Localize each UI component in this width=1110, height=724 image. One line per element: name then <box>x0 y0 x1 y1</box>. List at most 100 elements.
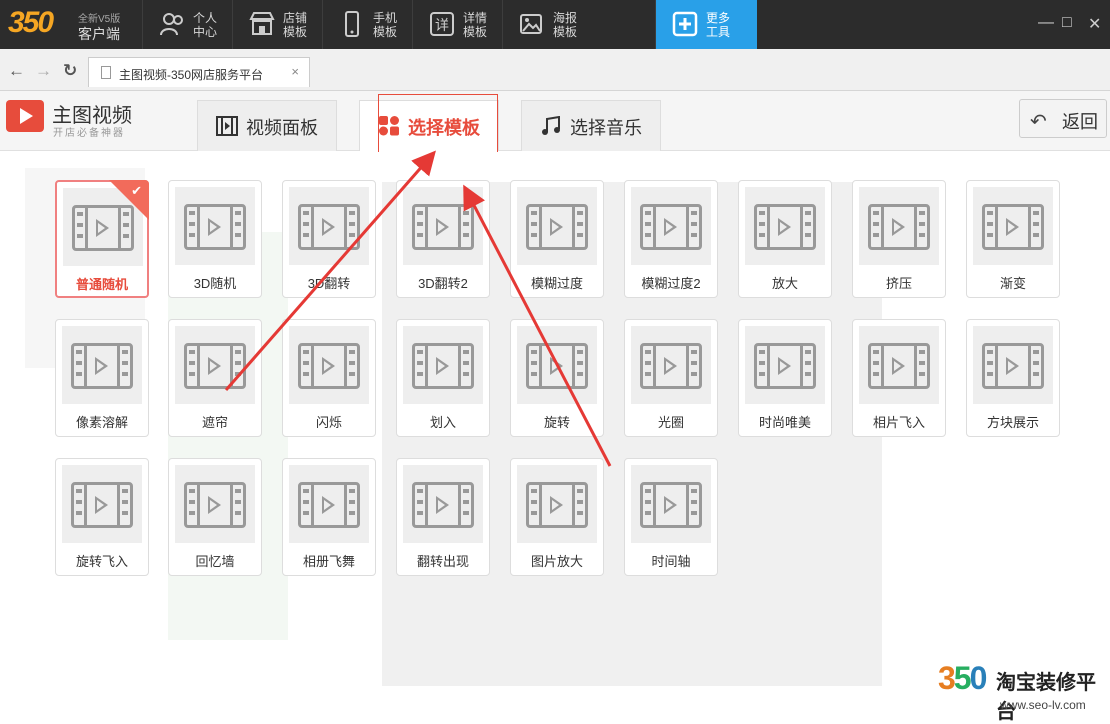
film-icon <box>216 116 238 136</box>
video-film-icon <box>184 343 246 389</box>
template-thumbnail <box>175 187 255 265</box>
browser-tab-title: 主图视频-350网店服务平台 <box>119 68 264 82</box>
video-film-icon <box>982 343 1044 389</box>
video-film-icon <box>526 204 588 250</box>
template-card[interactable]: 光圈 <box>624 319 718 437</box>
watermark: 350 淘宝装修平台 www.seo-lv.com <box>938 660 1108 723</box>
app-header: 主图视频 开店必备神器 视频面板 选择模板 选择音乐 ↶ 返回 <box>0 91 1110 151</box>
video-film-icon <box>412 204 474 250</box>
nav-item-0[interactable]: 个人中心 <box>143 0 233 49</box>
checkmark-icon: ✔ <box>131 183 142 198</box>
template-card[interactable]: 翻转出现 <box>396 458 490 576</box>
template-thumbnail <box>289 326 369 404</box>
template-thumbnail <box>745 326 825 404</box>
video-film-icon <box>640 482 702 528</box>
video-film-icon <box>754 204 816 250</box>
video-film-icon <box>298 343 360 389</box>
template-thumbnail <box>745 187 825 265</box>
template-card[interactable]: 方块展示 <box>966 319 1060 437</box>
template-card[interactable]: 遮帘 <box>168 319 262 437</box>
template-thumbnail <box>859 187 939 265</box>
template-thumbnail <box>631 326 711 404</box>
nav-label: 个人中心 <box>193 11 218 39</box>
template-card[interactable]: 相册飞舞 <box>282 458 376 576</box>
detail-icon: 详 <box>430 12 454 36</box>
forward-arrow-icon[interactable]: → <box>35 61 52 81</box>
template-card[interactable]: 时尚唯美 <box>738 319 832 437</box>
version-label: 全新V5版 <box>78 14 121 25</box>
video-film-icon <box>526 482 588 528</box>
template-label: 模糊过度2 <box>641 276 701 291</box>
nav-item-2[interactable]: 手机模板 <box>323 0 413 49</box>
tab-label: 选择音乐 <box>570 118 642 138</box>
template-card[interactable]: 划入 <box>396 319 490 437</box>
template-label: 回忆墙 <box>195 554 235 569</box>
template-label: 时尚唯美 <box>758 415 811 430</box>
template-thumbnail <box>631 187 711 265</box>
template-card[interactable]: 时间轴 <box>624 458 718 576</box>
video-film-icon <box>184 204 246 250</box>
template-label: 闪烁 <box>315 415 342 430</box>
template-label: 相册飞舞 <box>302 554 355 569</box>
template-label: 挤压 <box>885 276 912 291</box>
template-card[interactable]: 回忆墙 <box>168 458 262 576</box>
back-button[interactable]: ↶ 返回 <box>1019 99 1107 138</box>
template-thumbnail <box>631 465 711 543</box>
refresh-icon[interactable]: ↻ <box>63 61 77 81</box>
tab-select-music[interactable]: 选择音乐 <box>521 100 661 151</box>
video-play-icon <box>6 100 44 132</box>
nav-item-5[interactable]: 更多工具 <box>656 0 757 49</box>
nav-item-4[interactable]: 海报模板 <box>503 0 656 49</box>
video-film-icon <box>71 482 133 528</box>
template-card[interactable]: 普通随机 ✔ <box>55 180 149 298</box>
video-film-icon <box>412 343 474 389</box>
template-label: 方块展示 <box>986 415 1039 430</box>
template-thumbnail <box>289 465 369 543</box>
users-icon <box>160 13 183 36</box>
template-card[interactable]: 挤压 <box>852 180 946 298</box>
plus-icon <box>672 11 698 37</box>
browser-tab[interactable]: 主图视频-350网店服务平台 × <box>88 57 310 87</box>
maximize-button[interactable]: □ <box>1062 14 1072 32</box>
tab-label: 视频面板 <box>246 118 318 138</box>
template-card[interactable]: 旋转飞入 <box>55 458 149 576</box>
template-card[interactable]: 放大 <box>738 180 832 298</box>
template-card[interactable]: 相片飞入 <box>852 319 946 437</box>
svg-text:详: 详 <box>435 18 449 34</box>
template-card[interactable]: 3D翻转2 <box>396 180 490 298</box>
template-card[interactable]: 3D翻转 <box>282 180 376 298</box>
template-card[interactable]: 模糊过度2 <box>624 180 718 298</box>
template-label: 划入 <box>429 415 456 430</box>
video-film-icon <box>298 204 360 250</box>
nav-item-1[interactable]: 店铺模板 <box>233 0 323 49</box>
back-label: 返回 <box>1062 112 1098 132</box>
template-card[interactable]: 像素溶解 <box>55 319 149 437</box>
video-film-icon <box>298 482 360 528</box>
template-label: 模糊过度 <box>530 276 583 291</box>
template-card[interactable]: 旋转 <box>510 319 604 437</box>
video-film-icon <box>640 343 702 389</box>
image-icon <box>520 14 542 34</box>
template-label: 放大 <box>771 276 798 291</box>
tab-video-panel[interactable]: 视频面板 <box>197 100 337 151</box>
template-card[interactable]: 闪烁 <box>282 319 376 437</box>
app-subtitle: 开店必备神器 <box>53 128 125 139</box>
return-arrow-icon: ↶ <box>1030 111 1047 133</box>
template-label: 翻转出现 <box>416 554 469 569</box>
template-thumbnail <box>62 465 142 543</box>
template-card[interactable]: 图片放大 <box>510 458 604 576</box>
template-thumbnail <box>517 187 597 265</box>
tab-close-icon[interactable]: × <box>291 64 299 79</box>
close-button[interactable]: ✕ <box>1088 14 1101 34</box>
template-card[interactable]: 3D随机 <box>168 180 262 298</box>
selected-corner <box>109 180 149 220</box>
nav-item-3[interactable]: 详详情模板 <box>413 0 503 49</box>
template-card[interactable]: 渐变 <box>966 180 1060 298</box>
video-film-icon <box>868 343 930 389</box>
back-arrow-icon[interactable]: ← <box>8 61 25 81</box>
template-card[interactable]: 模糊过度 <box>510 180 604 298</box>
template-label: 像素溶解 <box>75 415 128 430</box>
minimize-button[interactable]: — <box>1038 14 1054 32</box>
store-icon <box>249 12 275 35</box>
nav-label: 更多工具 <box>706 11 731 39</box>
